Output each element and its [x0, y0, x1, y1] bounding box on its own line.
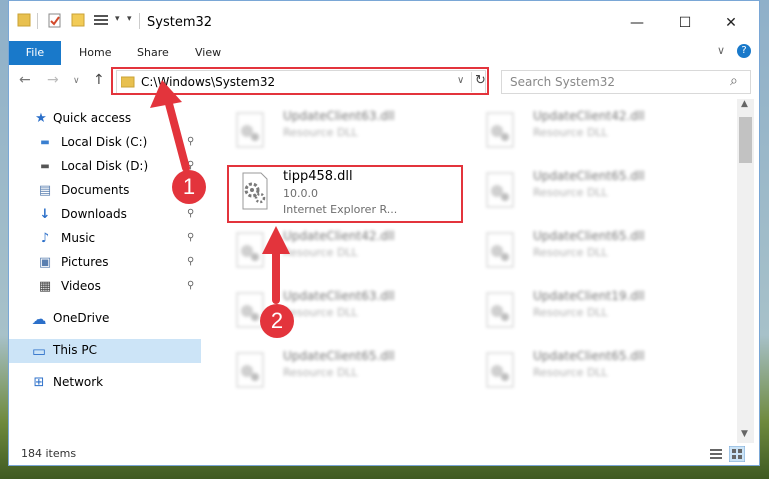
- step-2-badge: 2: [260, 304, 294, 338]
- step-1-badge: 1: [172, 170, 206, 204]
- arrow-step-2: [262, 226, 290, 304]
- arrow-step-1: [150, 80, 190, 172]
- annotation-overlay: [150, 80, 290, 304]
